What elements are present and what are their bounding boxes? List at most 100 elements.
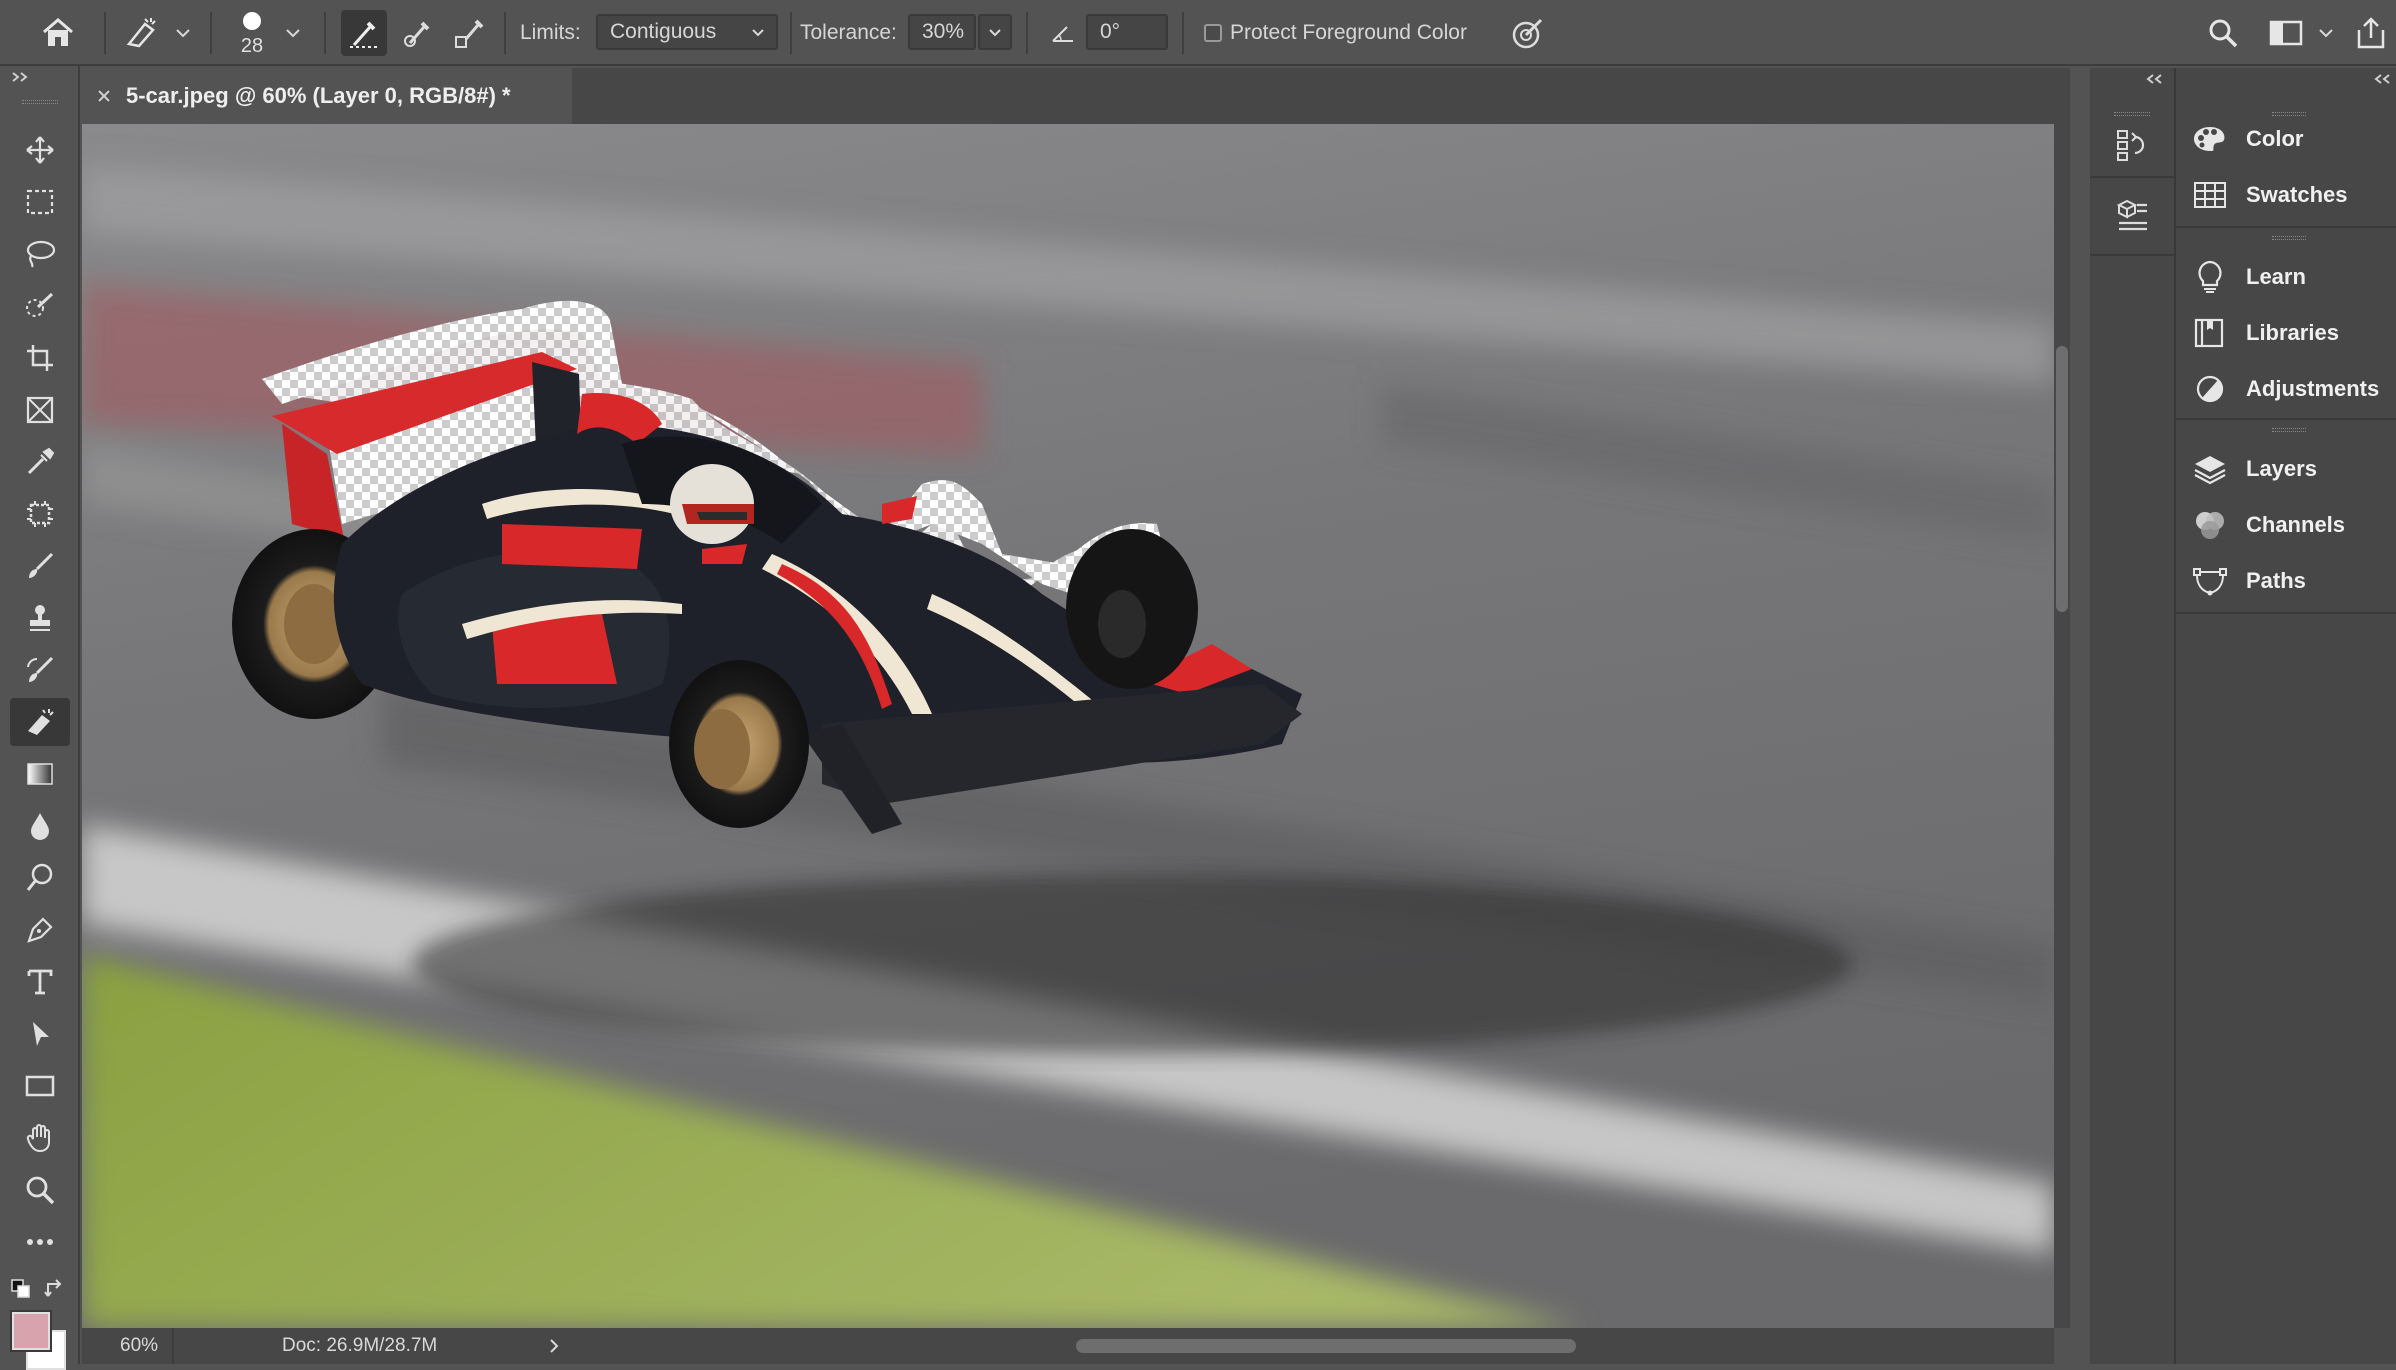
brush-preset-picker[interactable]: 28 bbox=[226, 0, 278, 66]
panel-label: Adjustments bbox=[2246, 376, 2380, 401]
adjustments-icon bbox=[2196, 375, 2224, 403]
protect-foreground-label: Protect Foreground Color bbox=[1230, 21, 1467, 44]
workspace-icon[interactable] bbox=[2262, 0, 2310, 66]
properties-panel-icon[interactable] bbox=[2112, 190, 2152, 240]
panel-swatches[interactable]: Swatches bbox=[2192, 170, 2348, 220]
options-bar: 28 Limits: Contiguous Tolerance: 30% 0° … bbox=[0, 0, 2396, 66]
zoom-tool-icon[interactable] bbox=[10, 1166, 70, 1214]
panel-paths[interactable]: Paths bbox=[2192, 556, 2306, 606]
limits-value: Contiguous bbox=[610, 20, 717, 43]
move-tool-icon[interactable] bbox=[10, 126, 70, 174]
color-palette-icon bbox=[2194, 127, 2225, 151]
document-tab[interactable]: 5-car.jpeg @ 60% (Layer 0, RGB/8#) * bbox=[82, 68, 572, 124]
history-panel-icon[interactable] bbox=[2112, 120, 2152, 170]
protect-foreground-checkbox[interactable] bbox=[1198, 0, 1228, 66]
expanded-panel-dock: Color Swatches Learn Libraries Adjustmen… bbox=[2174, 68, 2396, 1364]
pressure-icon[interactable] bbox=[1504, 0, 1552, 66]
sampling-background-swatch-button[interactable] bbox=[446, 0, 494, 66]
panel-adjustments[interactable]: Adjustments bbox=[2192, 364, 2379, 414]
sampling-once-button[interactable] bbox=[394, 0, 442, 66]
default-colors-icon[interactable] bbox=[10, 1278, 32, 1300]
patch-tool-icon[interactable] bbox=[10, 490, 70, 538]
status-menu-arrow-icon[interactable] bbox=[548, 1338, 560, 1354]
lightbulb-icon bbox=[2198, 260, 2222, 293]
vertical-scroll-thumb[interactable] bbox=[2056, 346, 2068, 612]
libraries-icon bbox=[2194, 318, 2224, 348]
panel-channels[interactable]: Channels bbox=[2192, 500, 2345, 550]
tolerance-slider-toggle[interactable] bbox=[978, 14, 1012, 50]
panel-label: Swatches bbox=[2246, 182, 2348, 207]
home-icon[interactable] bbox=[30, 0, 86, 66]
pen-tool-icon[interactable] bbox=[10, 906, 70, 954]
path-selection-tool-icon[interactable] bbox=[10, 1010, 70, 1058]
panel-learn[interactable]: Learn bbox=[2192, 252, 2306, 302]
dock-collapse-icon[interactable] bbox=[2144, 72, 2164, 86]
dodge-tool-icon[interactable] bbox=[10, 854, 70, 902]
share-icon[interactable] bbox=[2346, 0, 2396, 66]
sampling-background-swatch-icon bbox=[455, 19, 484, 48]
tolerance-value: 30% bbox=[922, 20, 965, 43]
rectangle-tool-icon[interactable] bbox=[10, 1062, 70, 1110]
document-tab-title: 5-car.jpeg @ 60% (Layer 0, RGB/8#) * bbox=[126, 83, 511, 108]
angle-value: 0° bbox=[1100, 20, 1121, 43]
panel-label: Libraries bbox=[2246, 320, 2339, 345]
eyedropper-tool-icon[interactable] bbox=[10, 438, 70, 486]
lasso-tool-icon[interactable] bbox=[10, 230, 70, 278]
background-eraser-icon[interactable] bbox=[118, 0, 166, 66]
tolerance-label: Tolerance: bbox=[800, 21, 897, 44]
limits-label: Limits: bbox=[520, 21, 581, 44]
angle-icon bbox=[1044, 0, 1082, 66]
status-bar: 60% Doc: 26.9M/28.7M bbox=[82, 1328, 2054, 1364]
more-tools-icon[interactable] bbox=[10, 1218, 70, 1266]
panel-libraries[interactable]: Libraries bbox=[2192, 308, 2339, 358]
document-size-info: Doc: 26.9M/28.7M bbox=[282, 1335, 438, 1356]
type-tool-icon[interactable] bbox=[10, 958, 70, 1006]
background-eraser-tool-icon[interactable] bbox=[10, 698, 70, 746]
channels-icon bbox=[2196, 512, 2224, 539]
workspace-dropdown[interactable] bbox=[2312, 0, 2340, 66]
hand-tool-icon[interactable] bbox=[10, 1114, 70, 1162]
brush-preset-icon bbox=[243, 11, 261, 30]
sampling-continuous-button[interactable] bbox=[340, 0, 388, 66]
blur-tool-icon[interactable] bbox=[10, 802, 70, 850]
brush-tool-icon[interactable] bbox=[10, 542, 70, 590]
tools-panel bbox=[0, 66, 80, 1370]
horizontal-scroll-thumb[interactable] bbox=[1076, 1339, 1576, 1353]
chevron-down-icon bbox=[989, 29, 1001, 37]
sampling-once-icon bbox=[404, 21, 430, 47]
brush-preset-dropdown[interactable] bbox=[278, 0, 308, 66]
panel-label: Color bbox=[2246, 126, 2304, 151]
limits-select[interactable]: Contiguous bbox=[596, 14, 778, 50]
panel-label: Paths bbox=[2246, 568, 2306, 593]
close-icon[interactable] bbox=[82, 89, 126, 103]
panel-label: Learn bbox=[2246, 264, 2306, 289]
crop-tool-icon[interactable] bbox=[10, 334, 70, 382]
layers-icon bbox=[2194, 456, 2226, 485]
frame-tool-icon[interactable] bbox=[10, 386, 70, 434]
panel-collapse-icon[interactable] bbox=[2372, 72, 2392, 86]
tool-preset-dropdown[interactable] bbox=[168, 0, 198, 66]
sampling-continuous-icon bbox=[350, 21, 378, 48]
paths-icon bbox=[2193, 568, 2227, 596]
clone-stamp-tool-icon[interactable] bbox=[10, 594, 70, 642]
quick-selection-tool-icon[interactable] bbox=[10, 282, 70, 330]
canvas[interactable] bbox=[82, 124, 2054, 1328]
gradient-tool-icon[interactable] bbox=[10, 750, 70, 798]
toolbar-collapse-icon[interactable] bbox=[10, 70, 30, 84]
panel-layers[interactable]: Layers bbox=[2192, 444, 2317, 494]
marquee-tool-icon[interactable] bbox=[10, 178, 70, 226]
tolerance-input[interactable]: 30% bbox=[908, 14, 976, 50]
panel-label: Channels bbox=[2246, 512, 2346, 537]
search-icon[interactable] bbox=[2198, 0, 2248, 66]
brush-size: 28 bbox=[240, 34, 264, 57]
vertical-scrollbar[interactable] bbox=[2054, 124, 2070, 1328]
swap-colors-icon[interactable] bbox=[44, 1278, 66, 1300]
panel-label: Layers bbox=[2246, 456, 2317, 481]
foreground-color-swatch[interactable] bbox=[10, 1310, 52, 1352]
zoom-level[interactable]: 60% bbox=[82, 1328, 174, 1364]
history-brush-tool-icon[interactable] bbox=[10, 646, 70, 694]
panel-color[interactable]: Color bbox=[2192, 114, 2303, 164]
angle-input[interactable]: 0° bbox=[1086, 14, 1168, 50]
chevron-down-icon bbox=[752, 29, 764, 37]
collapsed-panel-dock bbox=[2090, 68, 2174, 1364]
